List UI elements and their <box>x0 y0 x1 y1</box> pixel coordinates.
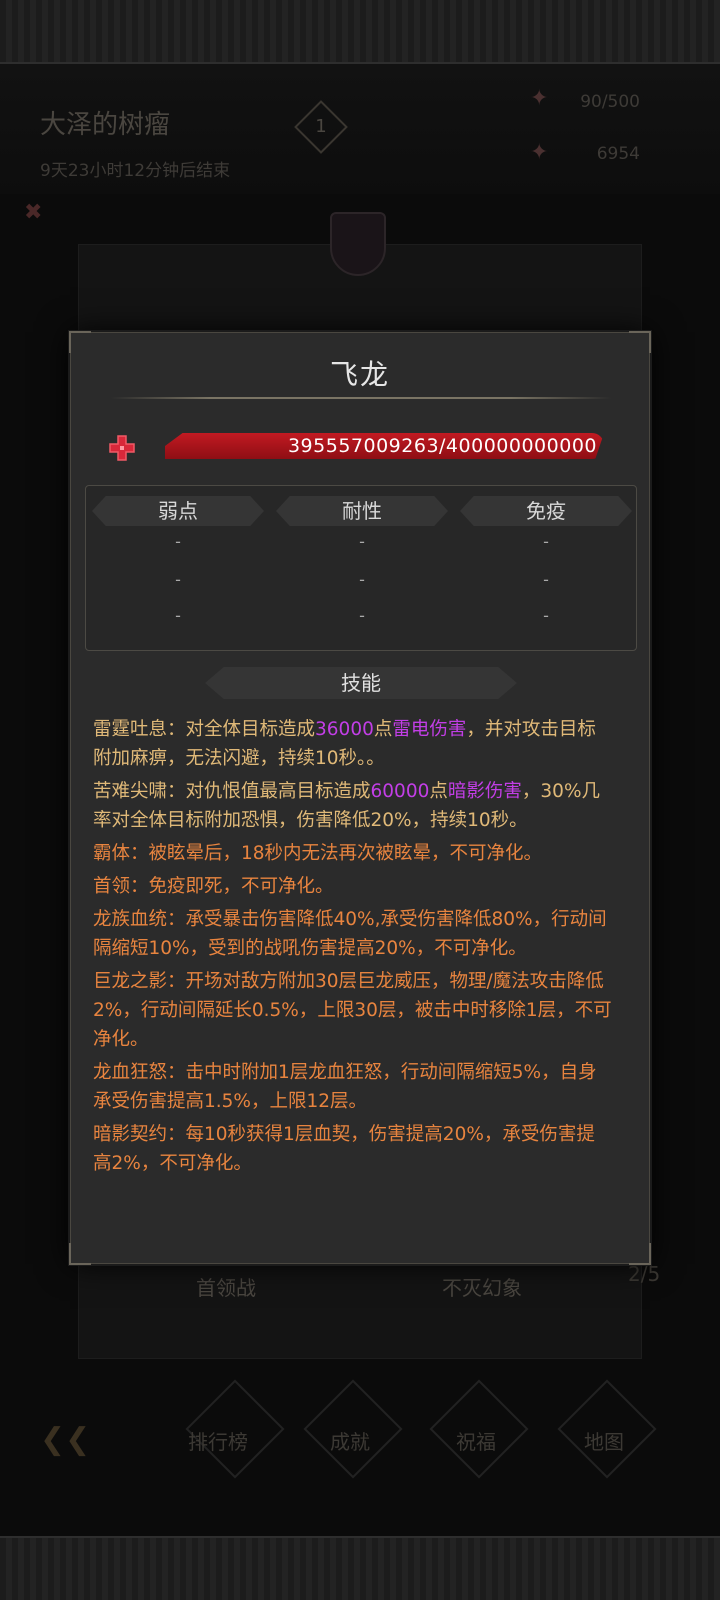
corner-ornament <box>629 331 651 353</box>
immunity-column: 免疫 - - - <box>454 486 638 650</box>
boss-crest-icon <box>330 212 386 276</box>
tab-boss-battle[interactable]: 首领战 <box>196 1272 256 1301</box>
skill-text: 首领：免疫即死，不可净化。 <box>93 876 334 897</box>
weakness-value: - <box>175 606 181 625</box>
corner-ornament <box>629 1243 651 1265</box>
skills-header: 技能 <box>205 667 517 699</box>
immunity-header: 免疫 <box>460 496 632 526</box>
resistance-column: 耐性 - - - <box>270 486 454 650</box>
weakness-value: - <box>175 570 181 589</box>
immunity-value: - <box>543 570 549 589</box>
buff-icon[interactable]: ✖ <box>24 200 48 225</box>
level-value: 1 <box>315 116 327 137</box>
page-count: 2/5 <box>628 1262 661 1286</box>
weakness-value: - <box>175 532 181 551</box>
skill-entry: 暗影契约：每10秒获得1层血契，伤害提高20%，承受伤害提高2%，不可净化。 <box>93 1120 613 1178</box>
torch-icon: ✦ <box>530 86 549 111</box>
skill-text: 36000 <box>315 719 374 740</box>
tab-phantom[interactable]: 不灭幻象 <box>442 1272 522 1301</box>
skill-text: 霸体：被眩晕后，18秒内无法再次被眩晕，不可净化。 <box>93 843 543 864</box>
nav-blessing[interactable]: 祝福 <box>456 1426 496 1455</box>
corner-ornament <box>69 331 91 353</box>
nav-ranking[interactable]: 排行榜 <box>188 1426 248 1455</box>
health-cross-icon <box>109 435 135 461</box>
feather-icon: ✦ <box>530 140 549 165</box>
resistance-table: 弱点 - - - 耐性 - - - 免疫 - - - <box>85 485 637 651</box>
nav-map[interactable]: 地图 <box>584 1426 624 1455</box>
nav-achievement[interactable]: 成就 <box>330 1426 370 1455</box>
skill-entry: 龙族血统：承受暴击伤害降低40%,承受伤害降低80%，行动间隔缩短10%，受到的… <box>93 905 613 963</box>
skill-text: 暗影契约：每10秒获得1层血契，伤害提高20%，承受伤害提高2%，不可净化。 <box>93 1124 595 1174</box>
skill-text: 雷电伤害 <box>392 719 467 740</box>
skills-list: 雷霆吐息：对全体目标造成36000点雷电伤害，并对攻击目标附加麻痹，无法闪避，持… <box>93 715 613 1182</box>
resistance-header: 耐性 <box>276 496 448 526</box>
resource-1: 90/500 <box>580 92 640 112</box>
weakness-column: 弱点 - - - <box>86 486 270 650</box>
resistance-value: - <box>359 570 365 589</box>
weakness-header: 弱点 <box>92 496 264 526</box>
skill-entry: 巨龙之影：开场对敌方附加30层巨龙威压，物理/魔法攻击降低2%，行动间隔延长0.… <box>93 967 613 1054</box>
skill-entry: 首领：免疫即死，不可净化。 <box>93 872 613 901</box>
skill-text: 苦难尖啸：对仇恨值最高目标造成 <box>93 781 371 802</box>
resistance-value: - <box>359 606 365 625</box>
corner-ornament <box>69 1243 91 1265</box>
event-timer: 9天23小时12分钟后结束 <box>40 161 231 181</box>
skill-entry: 苦难尖啸：对仇恨值最高目标造成60000点暗影伤害，30%几率对全体目标附加恐惧… <box>93 777 613 835</box>
top-frame <box>0 0 720 64</box>
skill-text: 点 <box>373 719 393 740</box>
skill-text: 龙族血统：承受暴击伤害降低40%,承受伤害降低80%，行动间隔缩短10%，受到的… <box>93 909 607 959</box>
title-divider <box>111 397 611 399</box>
skill-entry: 霸体：被眩晕后，18秒内无法再次被眩晕，不可净化。 <box>93 839 613 868</box>
skill-text: 暗影伤害 <box>447 781 522 802</box>
boss-name: 飞龙 <box>329 358 390 391</box>
skill-text: 龙血狂怒：击中时附加1层龙血狂怒，行动间隔缩短5%，自身承受伤害提高1.5%，上… <box>93 1062 597 1112</box>
skill-entry: 雷霆吐息：对全体目标造成36000点雷电伤害，并对攻击目标附加麻痹，无法闪避，持… <box>93 715 613 773</box>
health-value: 395557009263/400000000000 <box>287 435 597 457</box>
skill-entry: 龙血狂怒：击中时附加1层龙血狂怒，行动间隔缩短5%，自身承受伤害提高1.5%，上… <box>93 1058 613 1116</box>
event-title: 大泽的树瘤 <box>40 110 171 140</box>
skill-text: 巨龙之影：开场对敌方附加30层巨龙威压，物理/魔法攻击降低2%，行动间隔延长0.… <box>93 971 612 1050</box>
skill-text: 60000 <box>370 781 430 802</box>
immunity-value: - <box>543 532 549 551</box>
resistance-value: - <box>359 532 365 551</box>
resource-2: 6954 <box>596 144 640 164</box>
skill-text: 雷霆吐息：对全体目标造成 <box>93 719 316 740</box>
bottom-frame <box>0 1536 720 1600</box>
immunity-value: - <box>543 606 549 625</box>
back-arrow-icon[interactable]: ❮❮ <box>40 1422 90 1457</box>
boss-info-modal: 飞龙 395557009263/400000000000 弱点 - - - 耐性… <box>69 331 651 1265</box>
skill-text: 点 <box>429 781 448 802</box>
